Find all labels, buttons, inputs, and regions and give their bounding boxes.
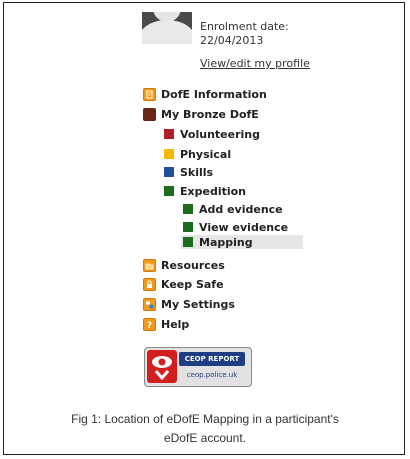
nav-label: DofE Information	[161, 87, 267, 101]
mapping-color-icon	[183, 237, 193, 247]
ceop-eye-icon	[152, 356, 172, 381]
enrolment-label: Enrolment date:	[200, 20, 289, 33]
nav-label: My Bronze DofE	[161, 107, 259, 121]
nav-label: Volunteering	[180, 127, 260, 141]
avatar	[142, 12, 192, 44]
nav-label: My Settings	[161, 297, 235, 311]
volunteering-color-icon	[164, 129, 174, 139]
ceop-logo-icon	[147, 350, 177, 383]
help-icon: ?	[143, 317, 156, 331]
info-icon-glyph	[146, 90, 153, 98]
ceop-url-label: ceop.police.uk	[186, 371, 238, 379]
nav-label: Resources	[161, 258, 225, 272]
nav-dofe-information[interactable]: DofE Information	[143, 87, 267, 101]
folder-icon-glyph	[145, 263, 154, 269]
nav-label: Physical	[180, 147, 232, 161]
ceop-report-button[interactable]: CEOP REPORT ceop.police.uk	[144, 347, 252, 387]
nav-label: Keep Safe	[161, 277, 224, 291]
svg-text:?: ?	[147, 321, 152, 330]
add-evidence-color-icon	[183, 204, 193, 214]
view-edit-profile-link[interactable]: View/edit my profile	[200, 57, 310, 70]
settings-icon	[143, 297, 156, 311]
enrolment-date: 22/04/2013	[200, 34, 264, 47]
ceop-report-label: CEOP REPORT	[179, 352, 245, 366]
nav-label: Mapping	[199, 235, 253, 249]
nav-label: Add evidence	[199, 202, 283, 216]
nav-label: Expedition	[180, 184, 247, 198]
expedition-color-icon	[164, 186, 174, 196]
info-icon	[143, 87, 156, 101]
nav-label: View evidence	[199, 220, 289, 234]
nav-my-settings[interactable]: My Settings	[143, 297, 235, 311]
nav-help[interactable]: ? Help	[143, 317, 189, 331]
nav-label: Skills	[180, 165, 214, 179]
physical-color-icon	[164, 149, 174, 159]
avatar-shoulders	[142, 20, 192, 44]
nav-mapping[interactable]: Mapping	[181, 235, 303, 249]
nav-label: Help	[161, 317, 190, 331]
bronze-square-icon	[143, 107, 156, 121]
help-icon-glyph: ?	[147, 321, 152, 330]
skills-color-icon	[164, 167, 174, 177]
nav-add-evidence[interactable]: Add evidence	[183, 202, 283, 216]
nav-view-evidence[interactable]: View evidence	[183, 220, 288, 234]
nav-expedition[interactable]: Expedition	[164, 184, 246, 198]
nav-resources[interactable]: Resources	[143, 258, 225, 272]
caption-line-1: Fig 1: Location of eDofE Mapping in a pa…	[71, 412, 339, 426]
view-evidence-color-icon	[183, 222, 193, 232]
folder-icon	[143, 258, 156, 272]
caption-line-2: eDofE account.	[163, 431, 247, 445]
nav-keep-safe[interactable]: Keep Safe	[143, 277, 224, 291]
nav-volunteering[interactable]: Volunteering	[164, 127, 260, 141]
lock-icon	[143, 277, 156, 291]
figure-caption: Fig 1: Location of eDofE Mapping in a pa…	[10, 410, 400, 448]
settings-icon-glyph	[146, 300, 154, 308]
lock-icon-glyph	[147, 280, 152, 288]
nav-skills[interactable]: Skills	[164, 165, 213, 179]
nav-my-bronze-dofe[interactable]: My Bronze DofE	[143, 107, 259, 121]
nav-physical[interactable]: Physical	[164, 147, 231, 161]
